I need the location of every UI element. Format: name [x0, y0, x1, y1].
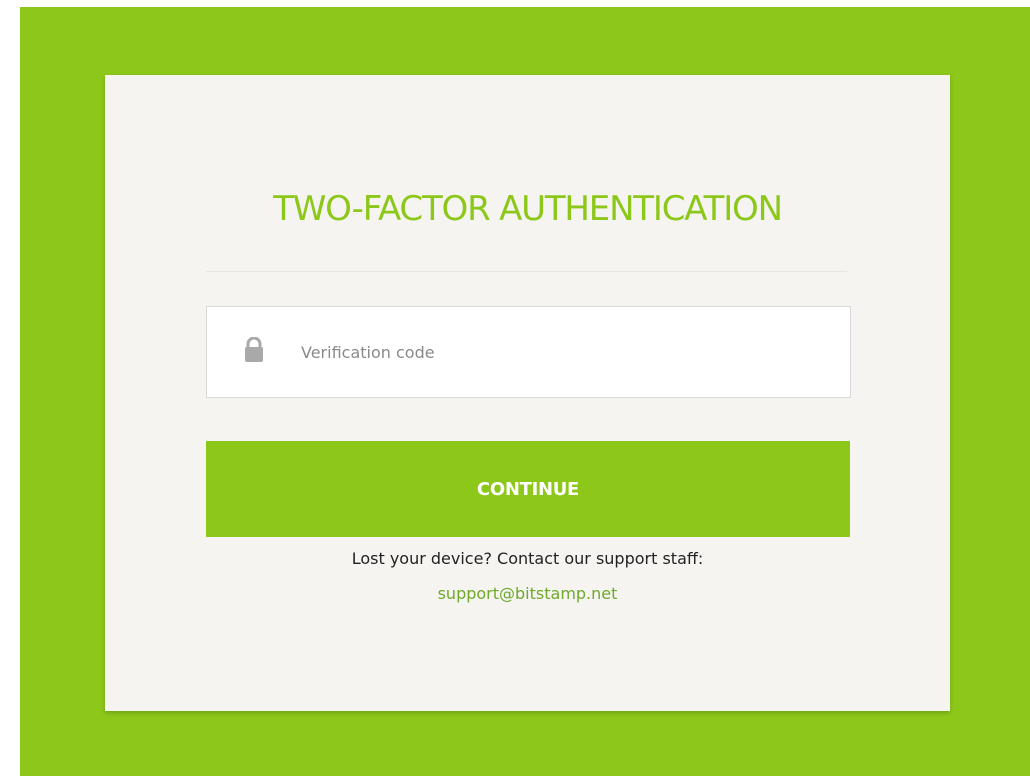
- lock-icon: [245, 337, 263, 362]
- title-divider: [206, 271, 847, 272]
- support-email-row: support@bitstamp.net: [105, 583, 950, 605]
- help-text: Lost your device? Contact our support st…: [351, 549, 704, 568]
- page-title: TWO-FACTOR AUTHENTICATION: [273, 189, 783, 229]
- verification-code-field[interactable]: [206, 306, 851, 398]
- auth-card: TWO-FACTOR AUTHENTICATION CONTINUE Lost …: [105, 75, 950, 711]
- verification-code-input[interactable]: [301, 307, 821, 397]
- support-email-link[interactable]: support@bitstamp.net: [438, 584, 618, 603]
- page-background: TWO-FACTOR AUTHENTICATION CONTINUE Lost …: [20, 7, 1030, 776]
- continue-button[interactable]: CONTINUE: [206, 441, 850, 537]
